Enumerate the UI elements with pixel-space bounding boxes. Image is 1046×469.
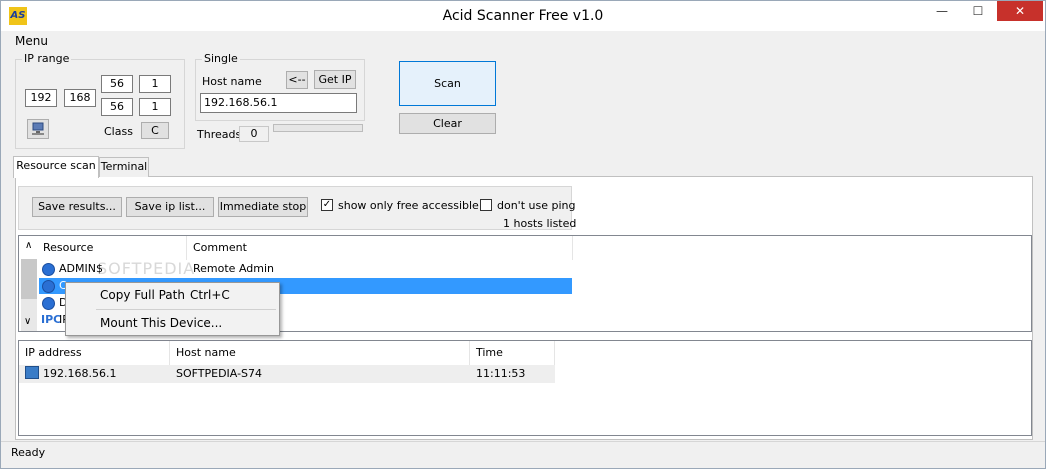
arrow-button[interactable]: <--	[286, 71, 308, 89]
class-label: Class	[104, 125, 133, 138]
clear-button[interactable]: Clear	[399, 113, 496, 134]
threads-progress-bar	[273, 124, 363, 132]
resource-row-name[interactable]: ADMIN$	[59, 261, 103, 277]
scan-button[interactable]: Scan	[399, 61, 496, 106]
octet4-end-field[interactable]: 1	[139, 98, 171, 116]
status-bar: Ready	[1, 441, 1045, 468]
get-ip-button[interactable]: Get IP	[314, 70, 356, 89]
resource-scrollbar-thumb[interactable]	[21, 259, 37, 299]
single-label: Single	[202, 52, 240, 65]
share-icon	[42, 280, 55, 293]
host-row-name[interactable]: SOFTPEDIA-S74	[176, 366, 262, 382]
status-text: Ready	[11, 446, 46, 459]
octet1-field[interactable]: 192	[25, 89, 57, 107]
show-only-free-checkbox[interactable]: ✓	[321, 199, 333, 211]
octet4-start-field[interactable]: 1	[139, 75, 171, 93]
mount-device-menu-item[interactable]: Mount This Device...	[100, 316, 222, 330]
column-header-host-name[interactable]: Host name	[170, 341, 470, 365]
watermark: SOFTPEDIA	[97, 259, 196, 278]
copy-full-path-menu-item[interactable]: Copy Full Path	[100, 288, 185, 302]
immediate-stop-button[interactable]: Immediate stop	[218, 197, 308, 217]
host-name-label: Host name	[202, 75, 262, 88]
host-row-time[interactable]: 11:11:53	[476, 366, 525, 382]
resource-row-comment[interactable]: Remote Admin	[193, 261, 274, 277]
octet3-end-field[interactable]: 56	[101, 98, 133, 116]
menu-item-menu[interactable]: Menu	[15, 34, 48, 48]
app-window: AS Acid Scanner Free v1.0 — ☐ ✕ Menu IP …	[0, 0, 1046, 469]
menu-bar: Menu	[1, 32, 1045, 50]
dont-use-ping-label: don't use ping	[497, 199, 576, 212]
maximize-button[interactable]: ☐	[961, 1, 995, 21]
close-button[interactable]: ✕	[997, 1, 1043, 21]
class-button[interactable]: C	[141, 122, 169, 139]
show-only-free-label: show only free accessible	[338, 199, 479, 212]
tab-terminal[interactable]: Terminal	[99, 157, 149, 177]
host-list[interactable]: IP address Host name Time	[18, 340, 1032, 436]
menu-separator	[96, 309, 276, 310]
window-title: Acid Scanner Free v1.0	[442, 8, 604, 24]
column-header-ip-address[interactable]: IP address	[19, 341, 170, 365]
tab-resource-scan[interactable]: Resource scan	[13, 156, 99, 178]
copy-shortcut-label: Ctrl+C	[190, 288, 230, 302]
dont-use-ping-checkbox[interactable]	[480, 199, 492, 211]
title-bar[interactable]: AS Acid Scanner Free v1.0 — ☐ ✕	[1, 1, 1045, 31]
ip-range-label: IP range	[22, 52, 72, 65]
save-ip-list-button[interactable]: Save ip list...	[126, 197, 214, 217]
scroll-down-icon[interactable]: ∨	[24, 316, 31, 327]
hosts-listed-count: 1 hosts listed	[503, 217, 577, 230]
minimize-button[interactable]: —	[925, 1, 959, 21]
share-icon	[42, 263, 55, 276]
share-icon	[42, 297, 55, 310]
octet2-field[interactable]: 168	[64, 89, 96, 107]
network-scan-button[interactable]	[27, 119, 49, 139]
context-menu: Copy Full Path Ctrl+C Mount This Device.…	[65, 282, 280, 336]
host-row-ip[interactable]: 192.168.56.1	[43, 366, 116, 382]
threads-value: 0	[239, 126, 269, 142]
column-header-time[interactable]: Time	[470, 341, 555, 365]
sort-up-icon: ∧	[25, 240, 33, 251]
host-name-input[interactable]: 192.168.56.1	[200, 93, 357, 113]
column-header-resource[interactable]: Resource	[37, 236, 187, 260]
network-icon	[32, 122, 44, 135]
column-header-comment[interactable]: Comment	[187, 236, 573, 260]
save-results-button[interactable]: Save results...	[32, 197, 122, 217]
threads-label: Threads	[197, 128, 242, 141]
computer-icon	[25, 366, 39, 379]
octet3-start-field[interactable]: 56	[101, 75, 133, 93]
